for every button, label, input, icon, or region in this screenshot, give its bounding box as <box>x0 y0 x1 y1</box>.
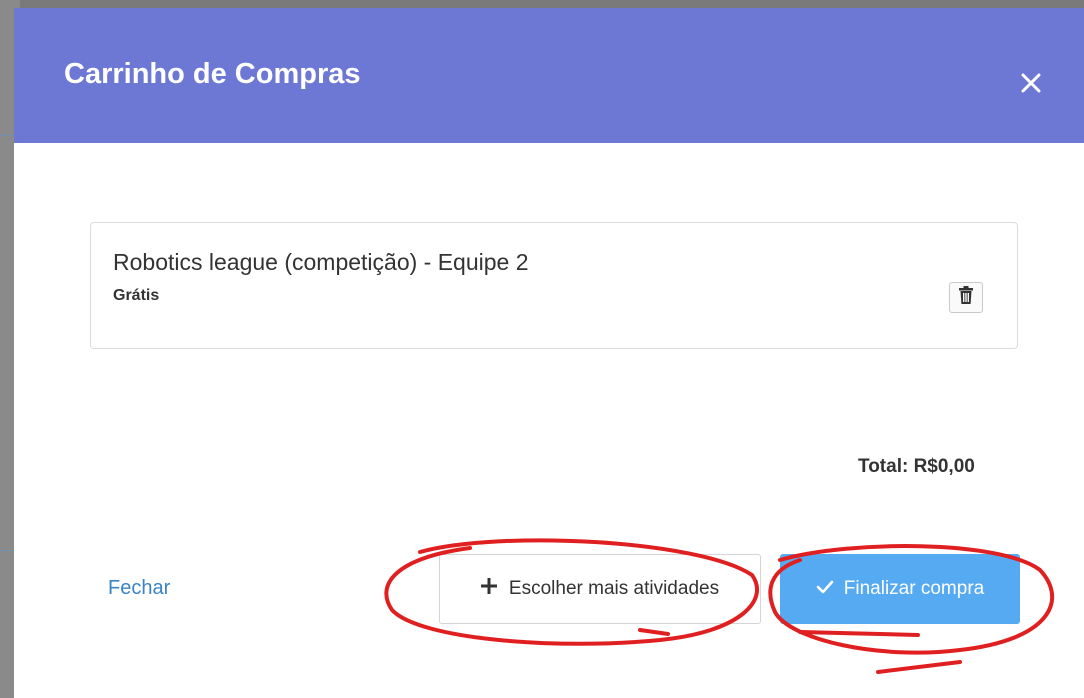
cart-modal: Carrinho de Compras Robotics league (com… <box>14 8 1084 698</box>
cart-total: Total: R$0,00 <box>858 456 975 477</box>
delete-item-button[interactable] <box>949 282 983 313</box>
finish-purchase-button[interactable]: Finalizar compra <box>780 554 1020 624</box>
plus-icon <box>480 578 497 600</box>
close-icon[interactable] <box>1014 66 1048 100</box>
modal-header: Carrinho de Compras <box>14 8 1084 143</box>
modal-title: Carrinho de Compras <box>64 58 361 90</box>
close-link[interactable]: Fechar <box>108 577 170 600</box>
cart-item: Robotics league (competição) - Equipe 2 … <box>90 222 1018 349</box>
item-price: Grátis <box>113 287 160 304</box>
choose-more-label: Escolher mais atividades <box>508 578 720 599</box>
finish-purchase-label: Finalizar compra <box>843 578 985 599</box>
trash-icon <box>958 286 974 309</box>
check-icon <box>816 578 834 600</box>
choose-more-activities-button[interactable]: Escolher mais atividades <box>439 554 761 624</box>
item-name: Robotics league (competição) - Equipe 2 <box>113 249 529 275</box>
